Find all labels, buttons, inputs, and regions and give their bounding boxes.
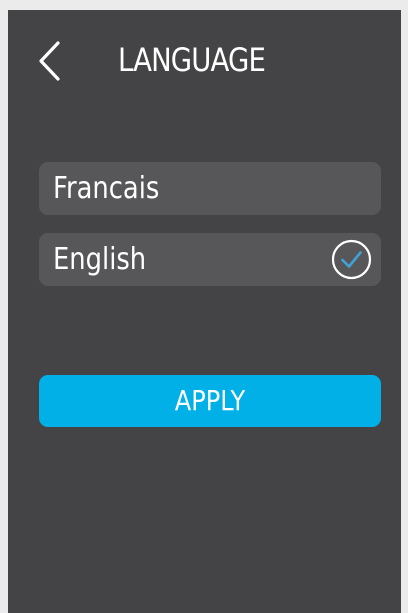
- language-option-label: Francais: [53, 171, 160, 206]
- check-circle-icon: [331, 239, 372, 280]
- language-option-francais[interactable]: Francais: [39, 162, 381, 215]
- page-title: LANGUAGE: [118, 41, 266, 79]
- apply-button[interactable]: APPLY: [39, 375, 381, 427]
- language-option-label: English: [53, 242, 147, 277]
- language-screen: LANGUAGE Francais English APPLY: [8, 10, 401, 613]
- chevron-left-icon: [39, 41, 60, 81]
- language-option-english[interactable]: English: [39, 233, 381, 286]
- back-button[interactable]: [34, 40, 68, 82]
- apply-button-label: APPLY: [174, 384, 246, 417]
